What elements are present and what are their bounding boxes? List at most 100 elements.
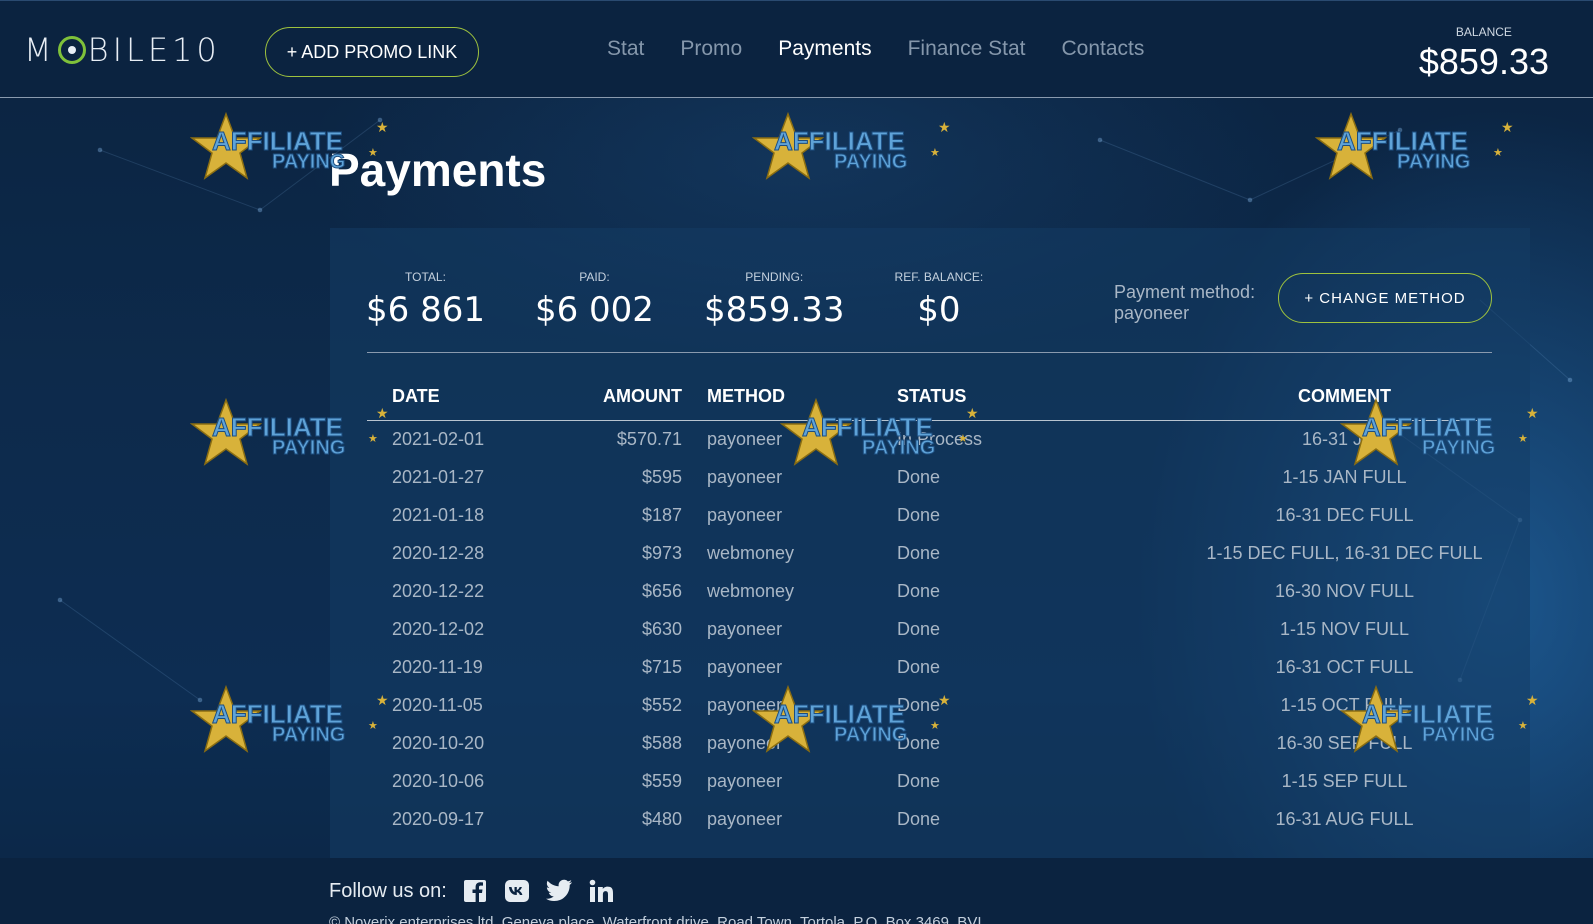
cell-amount: $630 — [641, 618, 682, 639]
cell-status: Done — [897, 732, 941, 753]
cell-comment: 1-15 JAN FULL — [1282, 466, 1407, 487]
cell-method: webmoney — [707, 580, 795, 601]
cell-amount: $559 — [641, 770, 682, 791]
page-title: Payments — [329, 144, 547, 196]
facebook-icon[interactable] — [461, 878, 489, 904]
cell-method: payoneer — [707, 694, 783, 715]
logo-text-rest: BILE10 — [87, 31, 221, 69]
main-nav: Stat Promo Payments Finance Stat Contact… — [607, 37, 1144, 61]
cell-amount: $187 — [641, 504, 682, 525]
cell-status: Done — [897, 770, 941, 791]
cell-status: Done — [897, 618, 941, 639]
cell-date: 2020-12-02 — [392, 618, 485, 639]
cell-method: payoneer — [707, 504, 783, 525]
cell-method: payoneer — [707, 770, 783, 791]
table-row: 2020-12-28 $973 webmoney Done 1-15 DEC FULL,… — [367, 534, 1492, 572]
cell-date: 2020-11-05 — [392, 694, 483, 715]
vk-icon[interactable] — [503, 878, 531, 904]
summary-divider — [367, 352, 1492, 353]
payment-method-value: payoneer — [1114, 303, 1190, 323]
cell-comment: 16-30 SEP FULL — [1276, 732, 1413, 753]
balance-value: $859.33 — [1418, 41, 1549, 82]
cell-amount: $973 — [641, 542, 682, 563]
cell-status: Done — [897, 694, 941, 715]
cell-date: 2021-01-18 — [392, 504, 485, 525]
cell-comment: 1-15 OCT FULL — [1280, 694, 1409, 715]
paid-label: PAID: — [579, 270, 610, 284]
column-header-status: STATUS — [897, 374, 1197, 421]
cell-amount: $715 — [641, 656, 682, 677]
cell-amount: $570.71 — [616, 428, 682, 449]
table-row: 2020-12-22 $656 webmoney Done 16-30 NOV FULL — [367, 572, 1492, 610]
target-icon — [57, 36, 86, 64]
cell-status: Done — [897, 466, 941, 487]
copyright-text: © Noverix enterprises ltd. Geneva place,… — [329, 914, 982, 924]
cell-status: Done — [897, 656, 941, 677]
table-row: 2020-10-20 $588 payoneer Done 16-30 SEP FULL — [367, 724, 1492, 762]
cell-status: Done — [897, 542, 941, 563]
twitter-icon[interactable] — [545, 878, 573, 904]
cell-amount: $552 — [641, 694, 682, 715]
table-row: 2021-02-01 $570.71 payoneer In Process 16-31… — [367, 420, 1492, 458]
cell-comment: 1-15 NOV FULL — [1279, 618, 1410, 639]
cell-status: Done — [897, 808, 941, 829]
table-row: 2020-12-02 $630 payoneer Done 1-15 NOV FULL — [367, 610, 1492, 648]
paid-value: $6 002 — [534, 290, 654, 330]
cell-date: 2020-11-19 — [392, 656, 483, 677]
cell-comment: 16-31 OCT FULL — [1275, 656, 1414, 677]
summary-total: TOTAL: $6 861 — [366, 270, 485, 330]
cell-date: 2020-10-06 — [392, 770, 485, 791]
table-row: 2020-10-06 $559 payoneer Done 1-15 SEP FULL — [367, 762, 1492, 800]
cell-method: payoneer — [707, 618, 783, 639]
cell-date: 2020-10-20 — [392, 732, 485, 753]
pending-value: $859.33 — [703, 290, 845, 330]
cell-method: payoneer — [707, 808, 783, 829]
cell-method: webmoney — [707, 542, 795, 563]
balance-widget: BALANCE $859.33 — [1419, 25, 1549, 83]
nav-item-contacts[interactable]: Contacts — [1062, 37, 1145, 61]
page-footer: Follow us on: © Noverix enterprises ltd.… — [0, 858, 1593, 924]
logo[interactable]: M BILE10 — [24, 31, 221, 69]
column-header-method: METHOD — [682, 374, 897, 421]
summary-ref-balance: REF. BALANCE: $0 — [895, 270, 984, 330]
top-header: M BILE10 + ADD PROMO LINK Stat Promo Paym… — [0, 0, 1593, 98]
nav-item-stat[interactable]: Stat — [607, 37, 644, 61]
cell-amount: $656 — [641, 580, 682, 601]
total-label: TOTAL: — [405, 270, 446, 284]
column-header-date: DATE — [367, 374, 582, 421]
payment-method-label: Payment method: — [1114, 282, 1256, 302]
table-header-row: DATE AMOUNT METHOD STATUS COMMENT — [367, 374, 1492, 421]
cell-method: payoneer — [707, 428, 783, 449]
nav-item-promo[interactable]: Promo — [680, 37, 742, 61]
nav-item-finance-stat[interactable]: Finance Stat — [908, 37, 1026, 61]
cell-date: 2021-01-27 — [392, 466, 485, 487]
balance-label: BALANCE — [1455, 25, 1512, 39]
ref-balance-label: REF. BALANCE: — [894, 270, 984, 284]
pending-label: PENDING: — [745, 270, 804, 284]
summary-bar: TOTAL: $6 861 PAID: $6 002 PENDING: $859… — [366, 270, 1033, 330]
table-row: 2020-09-17 $480 payoneer Done 16-31 AUG FULL — [367, 800, 1492, 838]
ref-balance-value: $0 — [917, 290, 961, 330]
cell-status: Done — [897, 504, 941, 525]
social-links: Follow us on: — [329, 878, 615, 904]
nav-item-payments[interactable]: Payments — [778, 37, 871, 61]
cell-method: payoneer — [707, 732, 783, 753]
cell-comment: 1-15 SEP FULL — [1281, 770, 1408, 791]
cell-date: 2021-02-01 — [392, 428, 485, 449]
payment-method-info: Payment method: payoneer — [1114, 282, 1255, 324]
cell-status: Done — [897, 580, 941, 601]
summary-pending: PENDING: $859.33 — [704, 270, 845, 330]
follow-label: Follow us on: — [329, 879, 447, 902]
cell-comment: 1-15 DEC FULL, 16-31 DEC FULL — [1206, 542, 1483, 563]
cell-date: 2020-09-17 — [392, 808, 485, 829]
add-promo-link-button[interactable]: + ADD PROMO LINK — [265, 27, 479, 77]
linkedin-icon[interactable] — [587, 878, 615, 904]
payments-table: DATE AMOUNT METHOD STATUS COMMENT 2021-0… — [367, 374, 1492, 838]
cell-amount: $595 — [641, 466, 682, 487]
logo-text-m: M — [24, 31, 56, 69]
cell-status: In Process — [897, 428, 983, 449]
column-header-amount: AMOUNT — [582, 374, 682, 421]
cell-date: 2020-12-22 — [392, 580, 485, 601]
cell-method: payoneer — [707, 466, 783, 487]
change-method-button[interactable]: + CHANGE METHOD — [1278, 273, 1492, 323]
